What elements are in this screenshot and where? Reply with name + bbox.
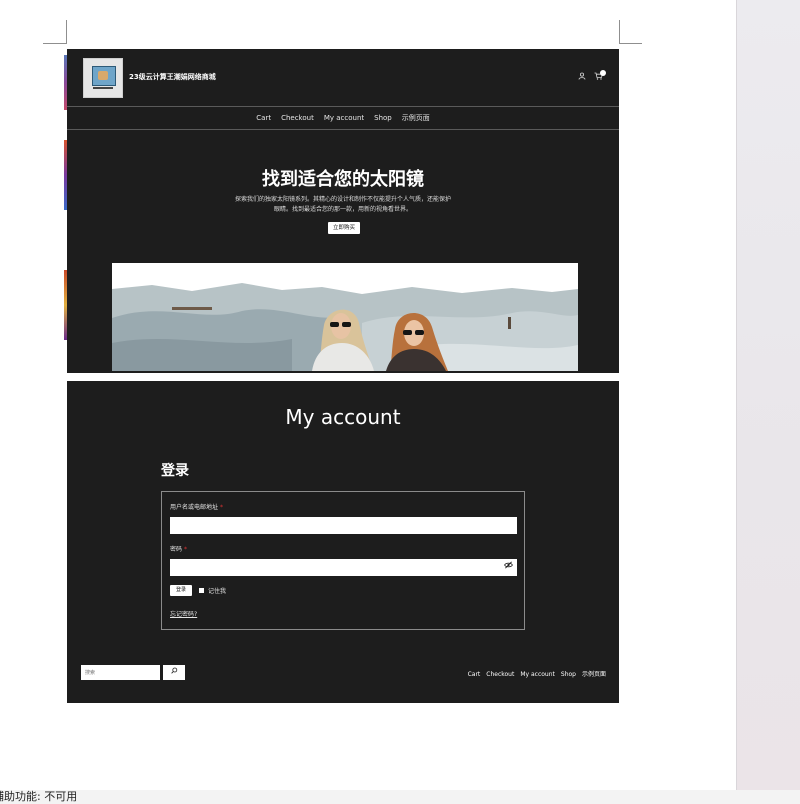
footer-nav-sample-page[interactable]: 示例页面: [582, 669, 606, 678]
search-button[interactable]: [163, 665, 185, 680]
password-label: 密码 *: [170, 546, 187, 553]
username-label: 用户名或电邮地址 *: [170, 504, 223, 511]
lost-password-link[interactable]: 忘记密码?: [170, 609, 197, 618]
hero-description: 探索我们的独家太阳镜系列。其精心的设计和制作不仅能提升个人气质，还能保护眼睛。找…: [235, 196, 452, 213]
remember-me-label: 记住我: [208, 588, 227, 595]
nav-item-checkout[interactable]: Checkout: [281, 114, 314, 122]
header-divider: [67, 106, 619, 107]
shop-now-button[interactable]: 立即购买: [328, 222, 360, 234]
cart-count-badge: [600, 70, 606, 76]
user-icon[interactable]: [578, 72, 586, 82]
remember-me-checkbox[interactable]: [199, 588, 204, 593]
crop-mark: [619, 20, 620, 44]
page-title: My account: [285, 405, 401, 429]
footer-nav-shop[interactable]: Shop: [561, 671, 576, 678]
search-icon: [170, 667, 178, 676]
footer-nav-my-account[interactable]: My account: [520, 671, 555, 678]
footer-nav-checkout[interactable]: Checkout: [486, 671, 514, 678]
nav-item-sample-page[interactable]: 示例页面: [402, 113, 430, 123]
site-logo[interactable]: [83, 58, 123, 98]
login-form: 用户名或电邮地址 * 密码 * 登录 记住我 忘记密码?: [161, 491, 525, 630]
crop-mark: [43, 43, 67, 44]
crop-mark: [66, 20, 67, 44]
page-preview-1: 23级云计算王潮娟网络商城 Cart Checkout My account Shop…: [67, 49, 619, 373]
side-panel: [736, 0, 800, 790]
login-button[interactable]: 登录: [170, 585, 192, 596]
nav-divider: [67, 129, 619, 130]
status-bar: 辅助功能: 不可用: [0, 790, 800, 804]
footer-search-input[interactable]: [81, 665, 160, 680]
hero-image: [112, 263, 578, 371]
site-title[interactable]: 23级云计算王潮娟网络商城: [129, 72, 216, 82]
hero-title: 找到适合您的太阳镜: [262, 169, 424, 190]
nav-item-shop[interactable]: Shop: [374, 114, 392, 122]
nav-item-cart[interactable]: Cart: [256, 114, 271, 122]
accessibility-status[interactable]: 辅助功能: 不可用: [0, 790, 77, 804]
footer-nav-cart[interactable]: Cart: [468, 671, 481, 678]
main-nav: Cart Checkout My account Shop 示例页面: [67, 113, 619, 123]
eye-slash-icon[interactable]: [504, 561, 513, 571]
password-input[interactable]: [170, 559, 517, 576]
login-heading: 登录: [161, 463, 189, 479]
nav-item-my-account[interactable]: My account: [324, 114, 364, 122]
footer-nav: Cart Checkout My account Shop 示例页面: [462, 669, 606, 678]
username-input[interactable]: [170, 517, 517, 534]
page-preview-2: My account 登录 用户名或电邮地址 * 密码 * 登录 记住我 忘记密…: [67, 381, 619, 703]
crop-mark: [620, 43, 642, 44]
